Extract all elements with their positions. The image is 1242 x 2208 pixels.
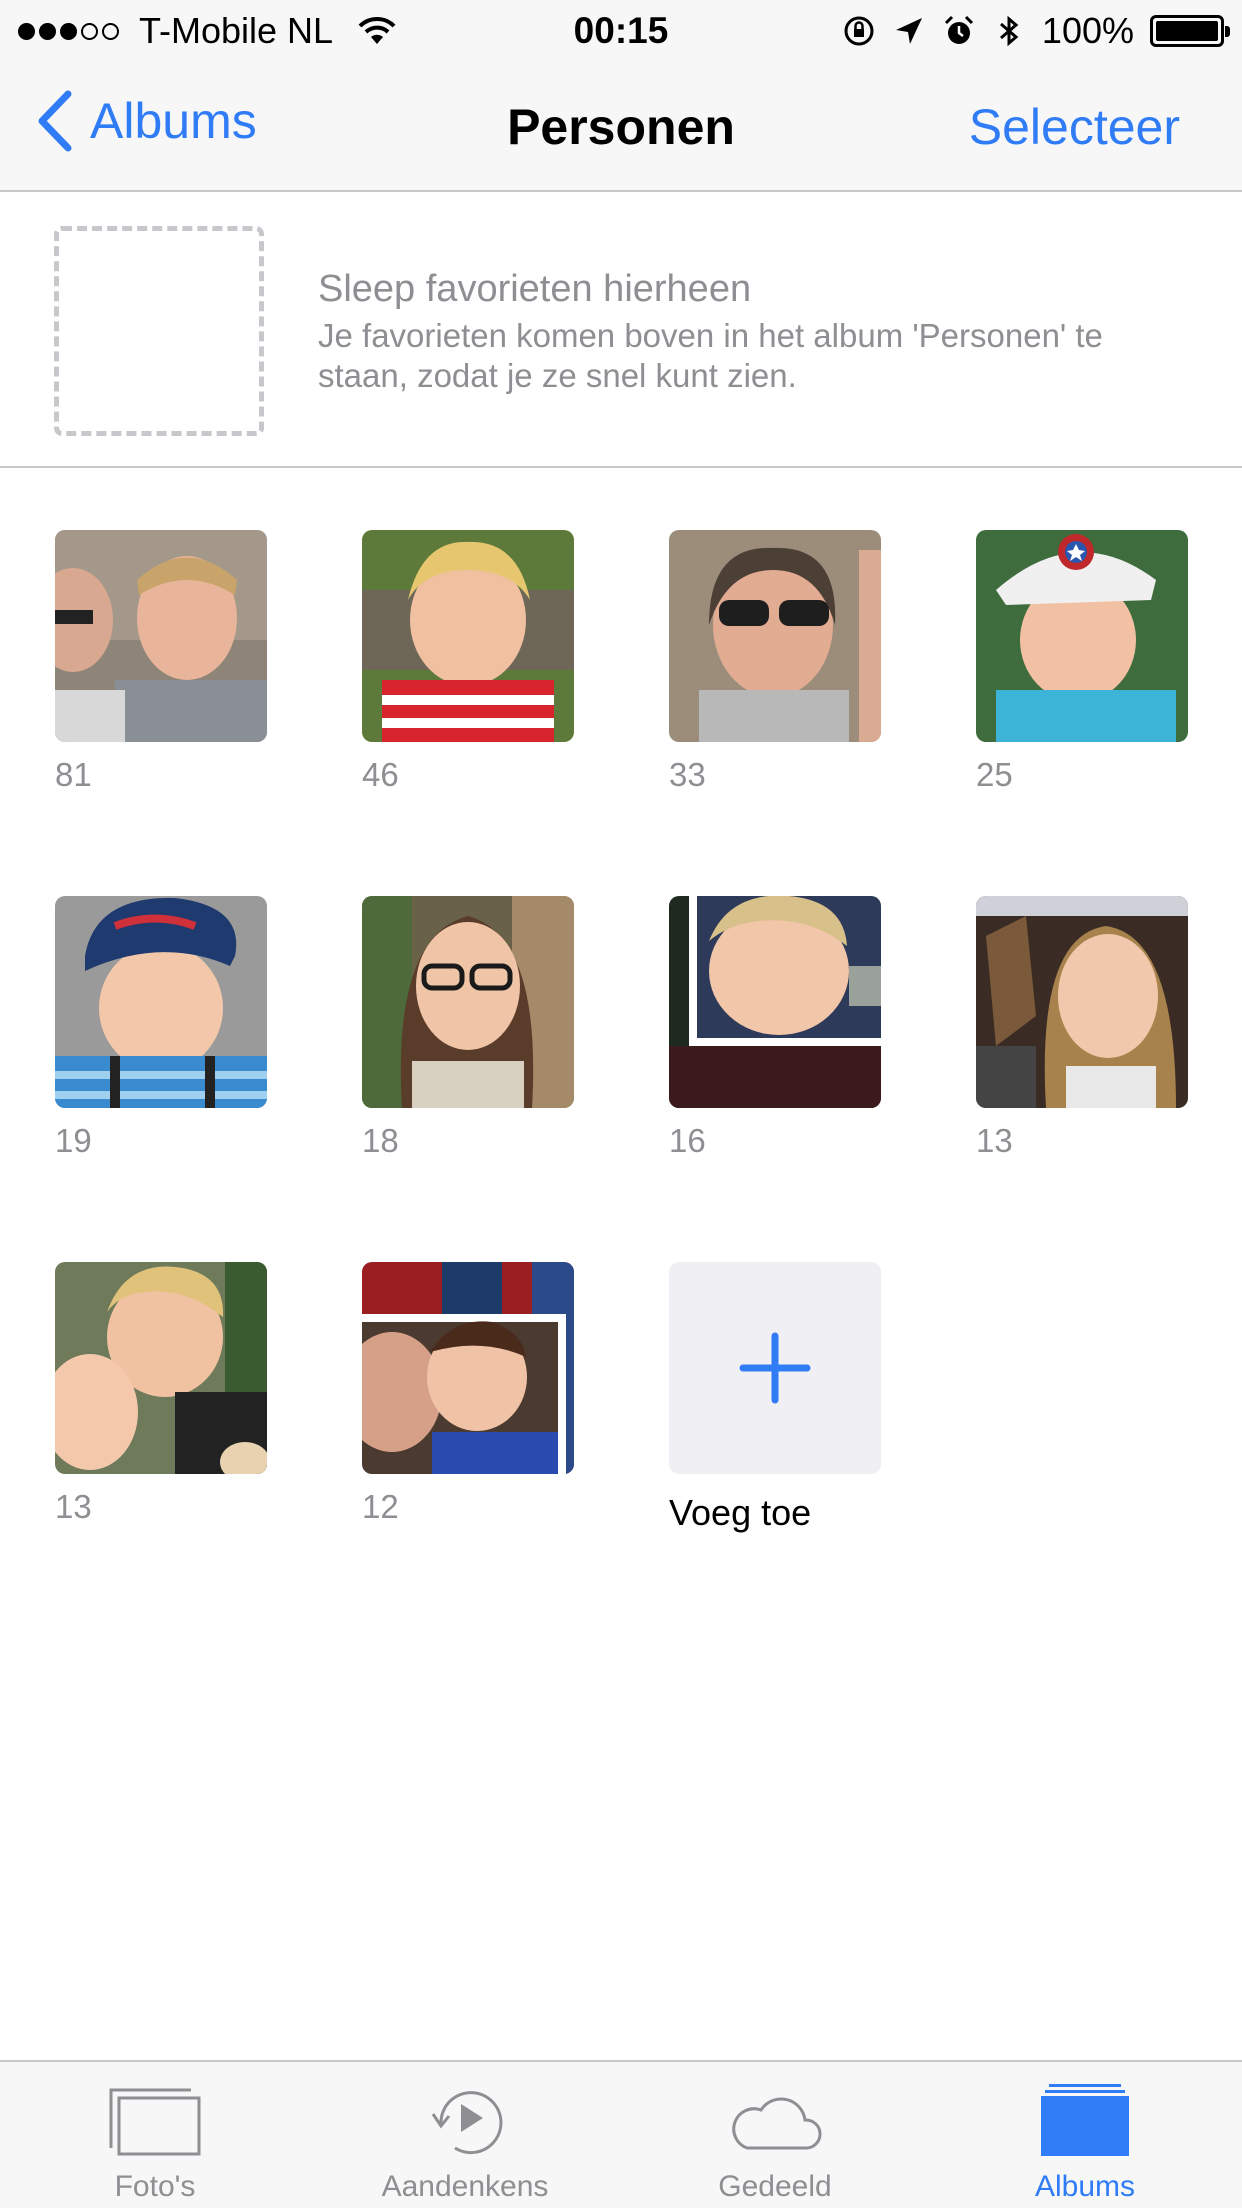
favorites-drop-target[interactable]	[54, 226, 264, 436]
person-photo-count: 18	[362, 1122, 399, 1159]
person-photo	[55, 530, 267, 742]
person-photo-count: 13	[976, 1122, 1013, 1159]
person-photo-count: 25	[976, 756, 1013, 793]
person-tile[interactable]: 46	[362, 530, 574, 794]
battery-percentage: 100%	[1041, 10, 1134, 51]
tab-label: Albums	[1034, 2170, 1136, 2203]
status-bar: T-Mobile NL 00:15 100%	[0, 0, 1242, 60]
rotation-lock-icon	[844, 16, 874, 46]
memories-icon	[431, 2091, 503, 2155]
person-tile[interactable]: 25	[976, 530, 1188, 794]
tab-label: Aandenkens	[381, 2170, 549, 2203]
person-photo	[362, 1262, 574, 1474]
add-person-label: Voeg toe	[669, 1492, 812, 1533]
person-photo	[55, 896, 267, 1108]
plus-icon	[739, 1332, 811, 1404]
tab-label: Foto's	[114, 2170, 196, 2203]
albums-icon	[1041, 2084, 1129, 2156]
person-photo	[362, 896, 574, 1108]
person-photo-count: 13	[55, 1488, 92, 1525]
person-tile[interactable]: 33	[669, 530, 881, 794]
person-photo	[976, 896, 1188, 1108]
select-button[interactable]: Selecteer	[969, 98, 1180, 156]
person-photo-count: 16	[669, 1122, 706, 1159]
person-photo-count: 19	[55, 1122, 92, 1159]
favorites-description: Je favorieten komen boven in het album '…	[318, 317, 1103, 394]
add-person-button[interactable]	[669, 1262, 881, 1474]
person-photo-count: 33	[669, 756, 706, 793]
navigation-bar: Albums Personen Selecteer	[0, 60, 1242, 192]
favorites-drop-zone: Sleep favorieten hierheen Je favorieten …	[0, 192, 1242, 468]
person-tile[interactable]: 13	[55, 1262, 267, 1526]
person-photo	[976, 530, 1188, 742]
tab-memories[interactable]: Aandenkens	[310, 2062, 620, 2208]
add-person-tile[interactable]: Voeg toe	[669, 1262, 881, 1534]
tab-albums[interactable]: Albums	[930, 2062, 1240, 2208]
person-tile[interactable]: 13	[976, 896, 1188, 1160]
favorites-title: Sleep favorieten hierheen	[318, 268, 752, 310]
person-tile[interactable]: 12	[362, 1262, 574, 1526]
bluetooth-icon	[999, 15, 1019, 47]
person-photo	[669, 530, 881, 742]
person-photo-count: 12	[362, 1488, 399, 1525]
person-photo-count: 81	[55, 756, 92, 793]
person-photo-count: 46	[362, 756, 399, 793]
tab-photos[interactable]: Foto's	[0, 2062, 310, 2208]
person-tile[interactable]: 16	[669, 896, 881, 1160]
battery-icon	[1150, 15, 1230, 47]
person-photo	[669, 896, 881, 1108]
location-icon	[895, 18, 922, 44]
alarm-icon	[944, 15, 973, 44]
person-tile[interactable]: 81	[55, 530, 267, 794]
person-photo	[55, 1262, 267, 1474]
person-tile[interactable]: 19	[55, 896, 267, 1160]
person-photo	[362, 530, 574, 742]
photos-icon	[109, 2088, 201, 2156]
status-right: 100%	[842, 10, 1230, 52]
tab-bar: Foto's Aandenkens Gedeeld Albums	[0, 2060, 1242, 2208]
tab-shared[interactable]: Gedeeld	[620, 2062, 930, 2208]
tab-label: Gedeeld	[718, 2170, 832, 2203]
cloud-icon	[732, 2097, 822, 2150]
person-tile[interactable]: 18	[362, 896, 574, 1160]
